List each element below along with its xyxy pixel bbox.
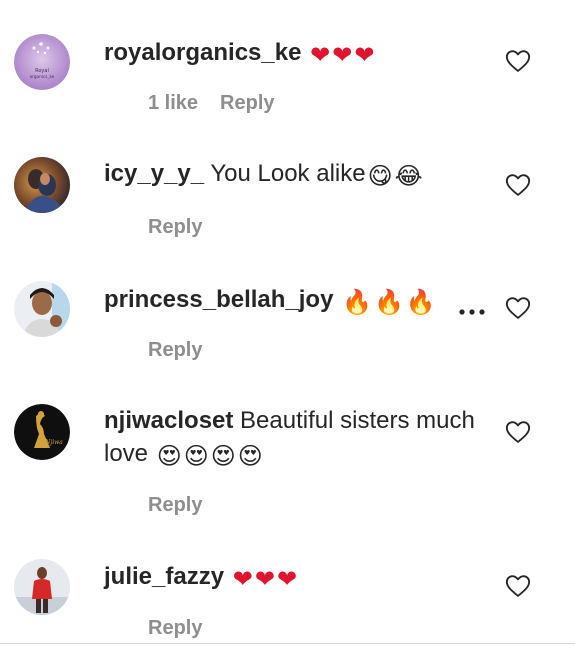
heart-emoji: ❤❤❤ — [310, 41, 377, 69]
like-button[interactable] — [505, 420, 531, 444]
comment-actions: Reply — [148, 216, 202, 239]
comment-username[interactable]: royalorganics_ke — [104, 39, 301, 66]
royalorganics-logo-avatar: Royal organics_ke — [14, 34, 70, 90]
avatar-princess-bellah-joy[interactable] — [14, 281, 70, 337]
comment-username[interactable]: princess_bellah_joy — [104, 286, 333, 313]
comment-text: njiwacloset Beautiful sisters much love … — [104, 404, 489, 470]
comment-actions: Reply — [148, 339, 202, 362]
like-button[interactable] — [505, 173, 531, 197]
logo-text: Njiwa — [44, 439, 63, 446]
heart-outline-icon — [505, 575, 531, 597]
comment-actions: Reply — [148, 617, 202, 640]
bottom-divider — [0, 643, 575, 644]
avatar-royalorganics-ke[interactable]: Royal organics_ke — [14, 34, 70, 90]
avatar-icy-y-y[interactable] — [14, 157, 70, 213]
reply-button[interactable]: Reply — [148, 617, 202, 639]
heart-eyes-emoji: 😍😍😍😍 — [156, 442, 265, 470]
photo-avatar — [14, 281, 70, 337]
heart-emoji: ❤❤❤ — [232, 565, 300, 593]
heart-outline-icon — [505, 297, 531, 319]
comment-actions: Reply — [148, 494, 202, 517]
comment-body: You Look alike — [210, 160, 366, 187]
heart-outline-icon — [505, 421, 531, 443]
comment-text: royalorganics_ke ❤❤❤ — [104, 36, 489, 69]
comment-username[interactable]: icy_y_y_ — [104, 160, 204, 187]
heart-outline-icon — [505, 174, 531, 196]
more-options-button[interactable] — [457, 304, 487, 315]
photo-avatar — [14, 559, 70, 615]
like-button[interactable] — [505, 574, 531, 598]
reply-button[interactable]: Reply — [148, 494, 202, 516]
avatar-julie-fazzy[interactable] — [14, 559, 70, 615]
comment-username[interactable]: njiwacloset — [104, 407, 233, 434]
laughing-emoji: 😋😂 — [367, 162, 425, 190]
comments-list: Royal organics_ke royalorganics_ke ❤❤❤ 1… — [0, 0, 575, 659]
likes-count-link[interactable]: 1 like — [148, 92, 198, 114]
comment-text: princess_bellah_joy 🔥🔥🔥 — [104, 283, 489, 316]
reply-button[interactable]: Reply — [148, 216, 202, 238]
avatar-njiwacloset[interactable]: Njiwa — [14, 404, 70, 460]
like-button[interactable] — [505, 49, 531, 73]
more-horizontal-icon — [459, 309, 485, 315]
reply-button[interactable]: Reply — [148, 339, 202, 361]
photo-avatar — [14, 157, 70, 213]
heart-outline-icon — [505, 50, 531, 72]
njiwa-logo-avatar: Njiwa — [14, 404, 70, 460]
comment-actions: 1 like Reply — [148, 92, 275, 115]
fire-emoji: 🔥🔥🔥 — [342, 288, 438, 316]
comment-username[interactable]: julie_fazzy — [104, 563, 224, 590]
reply-button[interactable]: Reply — [220, 92, 274, 114]
comment-text: julie_fazzy ❤❤❤ — [104, 560, 489, 593]
comment-text: icy_y_y_ You Look alike😋😂 — [104, 157, 489, 190]
logo-text: organics_ke — [30, 74, 55, 79]
like-button[interactable] — [505, 296, 531, 320]
